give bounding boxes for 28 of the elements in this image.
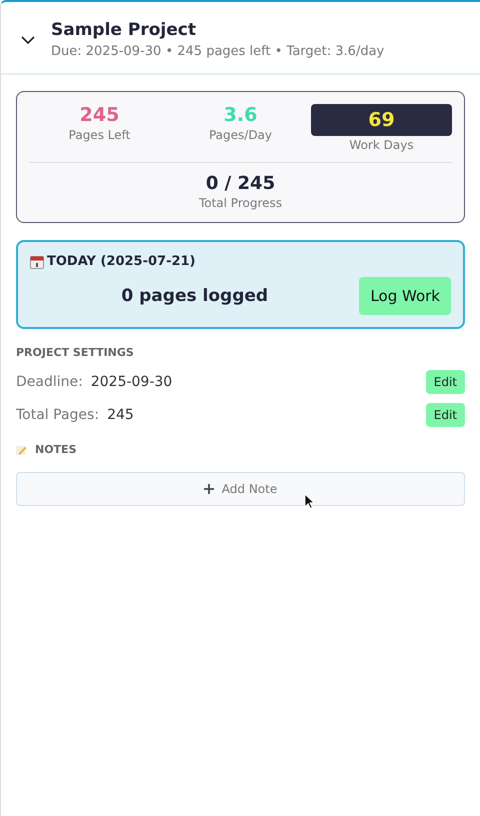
stat-label: Pages/Day [208,128,274,142]
stat-value: 245 [80,104,120,126]
progress-label: Total Progress [198,196,284,210]
progress-value: 0 / 245 [204,173,276,194]
setting-label: Deadline: [16,374,83,390]
stat-value: 69 [368,109,395,131]
stat-label: Pages Left [68,128,132,142]
calendar-icon [30,254,44,268]
log-work-button[interactable]: Log Work [359,277,451,315]
memo-icon [16,444,27,455]
edit-button[interactable]: Edit [426,402,465,426]
project-summary: Due: 2025-09-30 • 245 pages left • Target: 3.6/day [51,44,384,59]
today-title: TODAY (2025-07-21) [47,254,196,269]
edit-button[interactable]: Edit [426,370,465,394]
project-title: Sample Project [51,20,197,40]
pages-logged: 0 pages logged [120,286,270,306]
plus-icon [204,484,214,494]
section-heading: NOTES [35,443,76,456]
stat-value: 3.6 [224,104,258,126]
setting-value: 2025-09-30 [90,374,174,390]
chevron-icon[interactable] [21,36,35,44]
setting-value: 245 [107,406,135,422]
add-note-button[interactable]: Add Note [16,472,465,506]
section-heading: PROJECT SETTINGS [16,346,135,359]
project-header[interactable]: Sample Project Due: 2025-09-30 • 245 pages left • Target: 3.6/day [1,2,480,75]
stat-label: Work Days [348,138,415,152]
setting-label: Total Pages: [16,406,100,422]
cursor-icon [304,493,315,510]
